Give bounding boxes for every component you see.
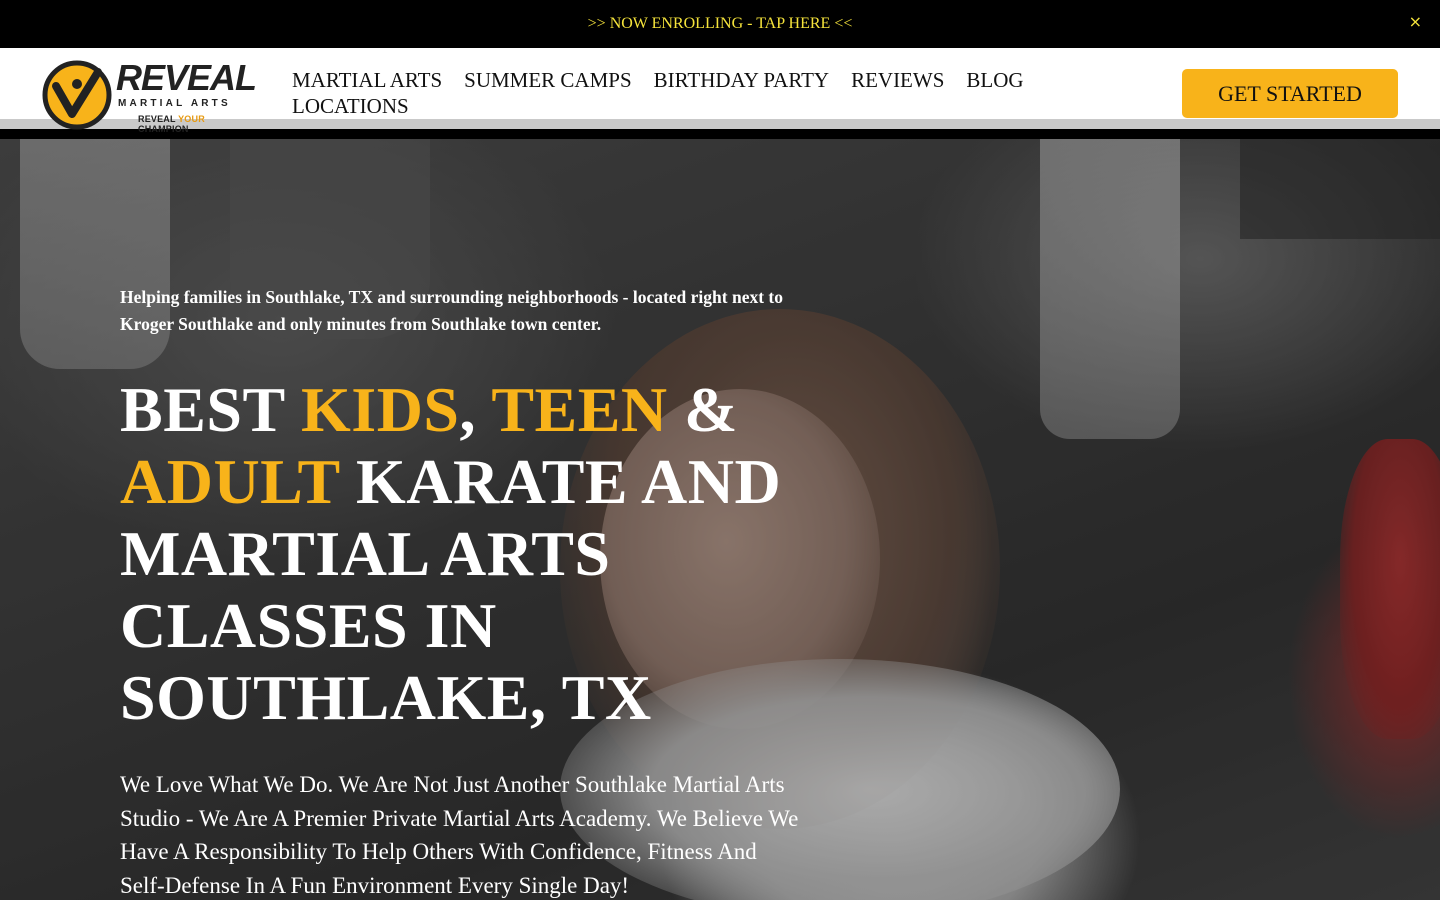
enroll-link[interactable]: >> NOW ENROLLING - TAP HERE << (588, 15, 853, 33)
nav-item-blog[interactable]: BLOG (966, 67, 1023, 93)
announcement-bar: >> NOW ENROLLING - TAP HERE << × (0, 0, 1440, 48)
logo[interactable]: REVEAL MARTIAL ARTS REVEAL YOUR CHAMPION (42, 56, 258, 134)
title-accent-teen: TEEN (491, 374, 668, 445)
hero-intro: Helping families in Southlake, TX and su… (120, 287, 784, 334)
logo-tagline-highlight: YOUR (178, 114, 205, 124)
hero-section: Helping families in Southlake, TX and su… (0, 139, 1440, 900)
nav-item-birthday-party[interactable]: BIRTHDAY PARTY (654, 67, 829, 93)
nav-item-locations[interactable]: LOCATIONS (292, 93, 409, 119)
hero-content: Helping families in Southlake, TX and su… (120, 284, 800, 900)
logo-subtitle: MARTIAL ARTS (118, 98, 231, 109)
close-icon[interactable]: × (1409, 12, 1422, 32)
title-accent-adult: ADULT (120, 446, 340, 517)
logo-tagline: REVEAL YOUR CHAMPION (138, 114, 258, 134)
nav-row-2: LOCATIONS (292, 93, 1092, 119)
nav-row-1: MARTIAL ARTS SUMMER CAMPS BIRTHDAY PARTY… (292, 67, 1092, 93)
logo-tagline-pre: REVEAL (138, 114, 179, 124)
title-part-3: & (667, 374, 738, 445)
site-header: REVEAL MARTIAL ARTS REVEAL YOUR CHAMPION… (0, 48, 1440, 134)
nav-item-martial-arts[interactable]: MARTIAL ARTS (292, 67, 442, 93)
title-part-1: BEST (120, 374, 301, 445)
title-part-2: , (459, 374, 492, 445)
hero-title: BEST KIDS, TEEN & ADULT KARATE AND MARTI… (120, 374, 800, 734)
main-nav: MARTIAL ARTS SUMMER CAMPS BIRTHDAY PARTY… (292, 67, 1092, 119)
get-started-button[interactable]: GET STARTED (1182, 69, 1398, 118)
check-mark-person-badge-icon (42, 60, 112, 130)
logo-wordmark: REVEAL (116, 57, 257, 98)
title-accent-kids: KIDS (301, 374, 460, 445)
logo-tagline-post: CHAMPION (138, 124, 189, 134)
nav-item-reviews[interactable]: REVIEWS (851, 67, 944, 93)
hero-description: We Love What We Do. We Are Not Just Anot… (120, 772, 799, 898)
nav-item-summer-camps[interactable]: SUMMER CAMPS (464, 67, 631, 93)
